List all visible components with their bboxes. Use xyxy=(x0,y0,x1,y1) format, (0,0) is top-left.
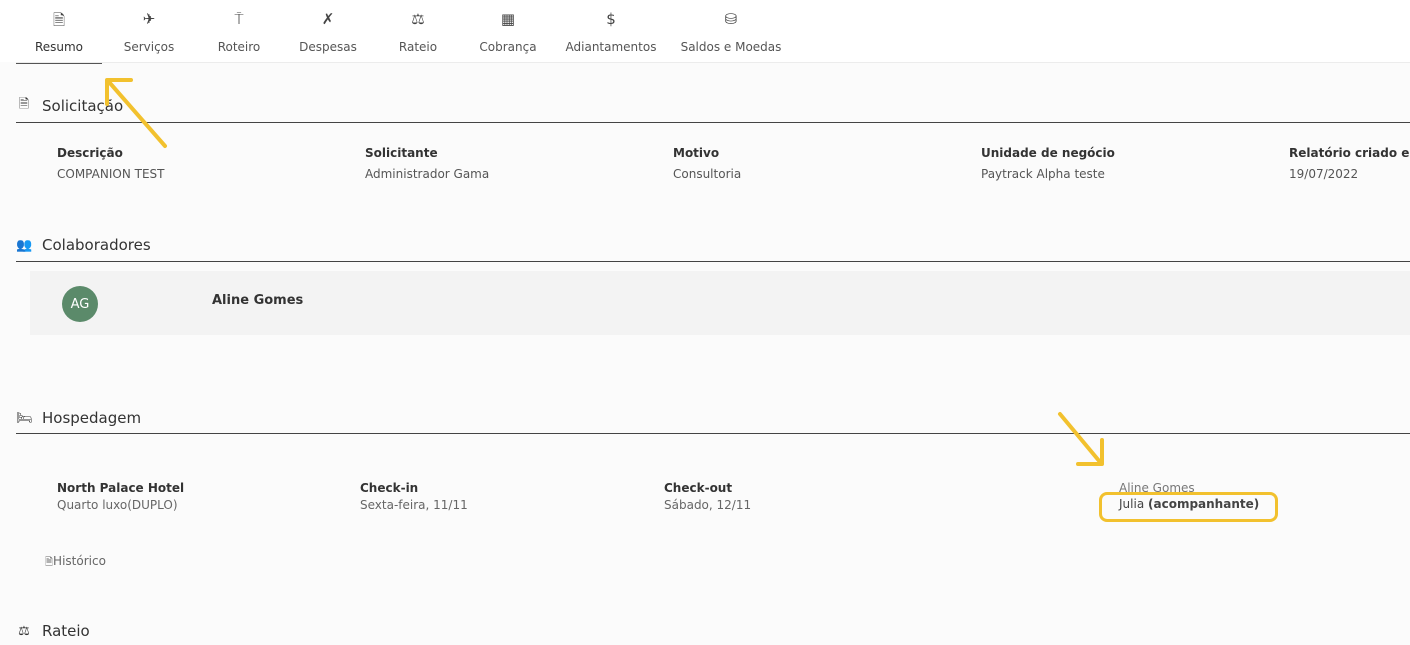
section-colaboradores-title: 👥 Colaboradores xyxy=(16,234,151,256)
tab-label: Saldos e Moedas xyxy=(680,40,782,54)
tab-bar: 🗎 Resumo ✈ Serviços ⍑ Roteiro ✗ Despesas… xyxy=(0,0,1410,64)
section-divider xyxy=(16,433,1410,434)
field-relatorio-criado-em: Relatório criado em 19/07/2022 xyxy=(1289,146,1410,181)
tab-label: Adiantamentos xyxy=(565,40,657,54)
checkin-value: Sexta-feira, 11/11 xyxy=(360,498,468,512)
tab-rateio[interactable]: ⚖ Rateio xyxy=(378,0,458,64)
bed-icon: 🛏 xyxy=(16,410,33,426)
field-label: Motivo xyxy=(673,146,720,160)
section-hospedagem-title: 🛏 Hospedagem xyxy=(16,407,141,429)
field-unidade-negocio: Unidade de negócio Paytrack Alpha teste xyxy=(981,146,1115,181)
field-label: Unidade de negócio xyxy=(981,146,1115,160)
avatar: AG xyxy=(62,286,98,322)
checkout-label: Check-out xyxy=(664,481,733,495)
collaborator-row[interactable]: AG Aline Gomes xyxy=(30,271,1410,335)
field-value: Consultoria xyxy=(673,167,742,181)
hotel-name: North Palace Hotel xyxy=(57,481,185,495)
tab-cobranca[interactable]: ▦ Cobrança xyxy=(468,0,548,64)
tab-saldos-e-moedas[interactable]: ⛁ Saldos e Moedas xyxy=(670,0,792,64)
document-icon: 🗎 xyxy=(45,557,54,568)
airplane-icon: ✈ xyxy=(142,10,156,28)
field-value: Paytrack Alpha teste xyxy=(981,167,1105,181)
tab-label: Resumo xyxy=(34,40,84,54)
historico-link[interactable]: 🗎Histórico xyxy=(45,554,106,572)
section-title-text: Solicitação xyxy=(42,97,124,115)
tab-servicos[interactable]: ✈ Serviços xyxy=(109,0,189,64)
section-divider xyxy=(16,122,1410,123)
section-rateio-title: ⚖ Rateio xyxy=(16,620,90,642)
tab-bar-divider xyxy=(16,62,1410,63)
users-icon: 👥 xyxy=(16,237,33,253)
dollar-icon: $ xyxy=(606,10,616,28)
utensils-icon: ✗ xyxy=(321,10,335,28)
section-title-text: Colaboradores xyxy=(42,236,151,254)
tab-adiantamentos[interactable]: $ Adiantamentos xyxy=(558,0,664,64)
tab-label: Roteiro xyxy=(217,40,261,54)
field-label: Solicitante xyxy=(365,146,438,160)
section-solicitacao-title: 🗎 Solicitação xyxy=(16,95,123,117)
tab-label: Serviços xyxy=(123,40,175,54)
tab-label: Despesas xyxy=(299,40,357,54)
highlight-box xyxy=(1099,492,1278,522)
tab-label: Cobrança xyxy=(479,40,537,54)
coins-icon: ⛁ xyxy=(724,10,738,28)
checkout-value: Sábado, 12/11 xyxy=(664,498,752,512)
field-motivo: Motivo Consultoria xyxy=(673,146,741,181)
field-value: 19/07/2022 xyxy=(1289,167,1359,181)
field-value: COMPANION TEST xyxy=(57,167,165,181)
signpost-icon: ⍑ xyxy=(234,10,244,28)
room-type: Quarto luxo(DUPLO) xyxy=(57,498,178,512)
tab-roteiro[interactable]: ⍑ Roteiro xyxy=(199,0,279,64)
checkin-info: Check-in Sexta-feira, 11/11 xyxy=(360,481,468,512)
tab-despesas[interactable]: ✗ Despesas xyxy=(288,0,368,64)
field-solicitante: Solicitante Administrador Gama xyxy=(365,146,489,181)
section-title-text: Rateio xyxy=(42,622,90,640)
calculator-icon: ▦ xyxy=(500,10,516,28)
annotation-arrow-icon xyxy=(1058,412,1104,466)
scale-icon: ⚖ xyxy=(411,10,425,28)
tab-resumo[interactable]: 🗎 Resumo xyxy=(16,0,102,64)
section-divider xyxy=(16,261,1410,262)
historico-label: Histórico xyxy=(53,554,106,568)
checkin-label: Check-in xyxy=(360,481,419,495)
checkout-info: Check-out Sábado, 12/11 xyxy=(664,481,751,512)
field-label: Relatório criado em xyxy=(1289,146,1410,160)
section-title-text: Hospedagem xyxy=(42,409,142,427)
document-icon: 🗎 xyxy=(18,97,30,112)
field-descricao: Descrição COMPANION TEST xyxy=(57,146,164,181)
field-label: Descrição xyxy=(57,146,123,160)
collaborator-name: Aline Gomes xyxy=(212,293,304,308)
hotel-info: North Palace Hotel Quarto luxo(DUPLO) xyxy=(57,481,184,512)
tab-label: Rateio xyxy=(398,40,438,54)
document-icon: 🗎 xyxy=(52,11,66,29)
field-value: Administrador Gama xyxy=(365,167,490,181)
scale-icon: ⚖ xyxy=(18,623,30,639)
